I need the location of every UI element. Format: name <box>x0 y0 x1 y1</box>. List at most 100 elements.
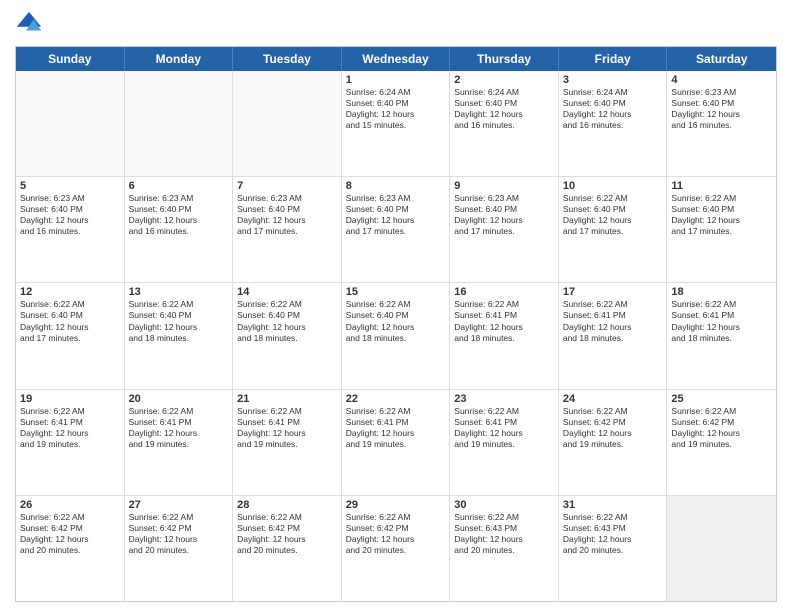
cell-info: Sunrise: 6:22 AM Sunset: 6:41 PM Dayligh… <box>454 299 554 343</box>
day-number: 1 <box>346 74 446 86</box>
calendar-cell: 26Sunrise: 6:22 AM Sunset: 6:42 PM Dayli… <box>16 496 125 601</box>
cell-info: Sunrise: 6:22 AM Sunset: 6:41 PM Dayligh… <box>129 406 229 450</box>
day-number: 21 <box>237 393 337 405</box>
day-number: 29 <box>346 499 446 511</box>
day-number: 7 <box>237 180 337 192</box>
calendar-cell: 11Sunrise: 6:22 AM Sunset: 6:40 PM Dayli… <box>667 177 776 282</box>
calendar-row-5: 26Sunrise: 6:22 AM Sunset: 6:42 PM Dayli… <box>16 496 776 601</box>
day-number: 24 <box>563 393 663 405</box>
calendar-cell <box>233 71 342 176</box>
calendar-cell: 18Sunrise: 6:22 AM Sunset: 6:41 PM Dayli… <box>667 283 776 388</box>
cell-info: Sunrise: 6:22 AM Sunset: 6:41 PM Dayligh… <box>563 299 663 343</box>
cell-info: Sunrise: 6:22 AM Sunset: 6:40 PM Dayligh… <box>346 299 446 343</box>
cell-info: Sunrise: 6:23 AM Sunset: 6:40 PM Dayligh… <box>346 193 446 237</box>
calendar-cell: 24Sunrise: 6:22 AM Sunset: 6:42 PM Dayli… <box>559 390 668 495</box>
calendar-cell: 2Sunrise: 6:24 AM Sunset: 6:40 PM Daylig… <box>450 71 559 176</box>
cell-info: Sunrise: 6:24 AM Sunset: 6:40 PM Dayligh… <box>563 87 663 131</box>
cell-info: Sunrise: 6:24 AM Sunset: 6:40 PM Dayligh… <box>454 87 554 131</box>
day-number: 2 <box>454 74 554 86</box>
header-day-saturday: Saturday <box>667 47 776 71</box>
cell-info: Sunrise: 6:23 AM Sunset: 6:40 PM Dayligh… <box>671 87 772 131</box>
cell-info: Sunrise: 6:23 AM Sunset: 6:40 PM Dayligh… <box>237 193 337 237</box>
cell-info: Sunrise: 6:22 AM Sunset: 6:40 PM Dayligh… <box>237 299 337 343</box>
day-number: 8 <box>346 180 446 192</box>
calendar-cell: 15Sunrise: 6:22 AM Sunset: 6:40 PM Dayli… <box>342 283 451 388</box>
calendar-cell: 14Sunrise: 6:22 AM Sunset: 6:40 PM Dayli… <box>233 283 342 388</box>
logo <box>15 10 47 38</box>
calendar-row-1: 1Sunrise: 6:24 AM Sunset: 6:40 PM Daylig… <box>16 71 776 177</box>
calendar-cell: 22Sunrise: 6:22 AM Sunset: 6:41 PM Dayli… <box>342 390 451 495</box>
day-number: 14 <box>237 286 337 298</box>
calendar-cell: 20Sunrise: 6:22 AM Sunset: 6:41 PM Dayli… <box>125 390 234 495</box>
calendar-cell <box>125 71 234 176</box>
header-day-sunday: Sunday <box>16 47 125 71</box>
calendar-cell: 28Sunrise: 6:22 AM Sunset: 6:42 PM Dayli… <box>233 496 342 601</box>
cell-info: Sunrise: 6:22 AM Sunset: 6:42 PM Dayligh… <box>563 406 663 450</box>
calendar-cell: 23Sunrise: 6:22 AM Sunset: 6:41 PM Dayli… <box>450 390 559 495</box>
day-number: 22 <box>346 393 446 405</box>
day-number: 13 <box>129 286 229 298</box>
day-number: 16 <box>454 286 554 298</box>
cell-info: Sunrise: 6:22 AM Sunset: 6:40 PM Dayligh… <box>671 193 772 237</box>
cell-info: Sunrise: 6:23 AM Sunset: 6:40 PM Dayligh… <box>20 193 120 237</box>
calendar-cell: 8Sunrise: 6:23 AM Sunset: 6:40 PM Daylig… <box>342 177 451 282</box>
calendar-body: 1Sunrise: 6:24 AM Sunset: 6:40 PM Daylig… <box>16 71 776 601</box>
cell-info: Sunrise: 6:24 AM Sunset: 6:40 PM Dayligh… <box>346 87 446 131</box>
calendar-row-4: 19Sunrise: 6:22 AM Sunset: 6:41 PM Dayli… <box>16 390 776 496</box>
calendar-cell: 13Sunrise: 6:22 AM Sunset: 6:40 PM Dayli… <box>125 283 234 388</box>
cell-info: Sunrise: 6:22 AM Sunset: 6:42 PM Dayligh… <box>129 512 229 556</box>
day-number: 4 <box>671 74 772 86</box>
header-day-thursday: Thursday <box>450 47 559 71</box>
day-number: 26 <box>20 499 120 511</box>
cell-info: Sunrise: 6:22 AM Sunset: 6:41 PM Dayligh… <box>237 406 337 450</box>
calendar-cell: 5Sunrise: 6:23 AM Sunset: 6:40 PM Daylig… <box>16 177 125 282</box>
calendar-cell: 27Sunrise: 6:22 AM Sunset: 6:42 PM Dayli… <box>125 496 234 601</box>
cell-info: Sunrise: 6:22 AM Sunset: 6:40 PM Dayligh… <box>20 299 120 343</box>
calendar: SundayMondayTuesdayWednesdayThursdayFrid… <box>15 46 777 602</box>
calendar-cell: 4Sunrise: 6:23 AM Sunset: 6:40 PM Daylig… <box>667 71 776 176</box>
day-number: 5 <box>20 180 120 192</box>
header <box>15 10 777 38</box>
day-number: 12 <box>20 286 120 298</box>
day-number: 30 <box>454 499 554 511</box>
day-number: 31 <box>563 499 663 511</box>
cell-info: Sunrise: 6:22 AM Sunset: 6:42 PM Dayligh… <box>237 512 337 556</box>
calendar-cell: 19Sunrise: 6:22 AM Sunset: 6:41 PM Dayli… <box>16 390 125 495</box>
day-number: 11 <box>671 180 772 192</box>
day-number: 28 <box>237 499 337 511</box>
calendar-cell: 25Sunrise: 6:22 AM Sunset: 6:42 PM Dayli… <box>667 390 776 495</box>
header-day-tuesday: Tuesday <box>233 47 342 71</box>
day-number: 10 <box>563 180 663 192</box>
cell-info: Sunrise: 6:22 AM Sunset: 6:41 PM Dayligh… <box>454 406 554 450</box>
calendar-cell: 6Sunrise: 6:23 AM Sunset: 6:40 PM Daylig… <box>125 177 234 282</box>
cell-info: Sunrise: 6:22 AM Sunset: 6:41 PM Dayligh… <box>20 406 120 450</box>
day-number: 6 <box>129 180 229 192</box>
day-number: 17 <box>563 286 663 298</box>
calendar-cell: 3Sunrise: 6:24 AM Sunset: 6:40 PM Daylig… <box>559 71 668 176</box>
cell-info: Sunrise: 6:23 AM Sunset: 6:40 PM Dayligh… <box>129 193 229 237</box>
day-number: 19 <box>20 393 120 405</box>
calendar-cell: 29Sunrise: 6:22 AM Sunset: 6:42 PM Dayli… <box>342 496 451 601</box>
cell-info: Sunrise: 6:22 AM Sunset: 6:42 PM Dayligh… <box>20 512 120 556</box>
cell-info: Sunrise: 6:23 AM Sunset: 6:40 PM Dayligh… <box>454 193 554 237</box>
calendar-cell: 17Sunrise: 6:22 AM Sunset: 6:41 PM Dayli… <box>559 283 668 388</box>
header-day-monday: Monday <box>125 47 234 71</box>
logo-icon <box>15 10 43 38</box>
day-number: 27 <box>129 499 229 511</box>
day-number: 15 <box>346 286 446 298</box>
calendar-cell: 9Sunrise: 6:23 AM Sunset: 6:40 PM Daylig… <box>450 177 559 282</box>
cell-info: Sunrise: 6:22 AM Sunset: 6:41 PM Dayligh… <box>671 299 772 343</box>
calendar-cell: 30Sunrise: 6:22 AM Sunset: 6:43 PM Dayli… <box>450 496 559 601</box>
cell-info: Sunrise: 6:22 AM Sunset: 6:42 PM Dayligh… <box>671 406 772 450</box>
page: SundayMondayTuesdayWednesdayThursdayFrid… <box>0 0 792 612</box>
calendar-cell: 7Sunrise: 6:23 AM Sunset: 6:40 PM Daylig… <box>233 177 342 282</box>
calendar-cell: 16Sunrise: 6:22 AM Sunset: 6:41 PM Dayli… <box>450 283 559 388</box>
day-number: 9 <box>454 180 554 192</box>
cell-info: Sunrise: 6:22 AM Sunset: 6:41 PM Dayligh… <box>346 406 446 450</box>
cell-info: Sunrise: 6:22 AM Sunset: 6:40 PM Dayligh… <box>129 299 229 343</box>
day-number: 23 <box>454 393 554 405</box>
cell-info: Sunrise: 6:22 AM Sunset: 6:42 PM Dayligh… <box>346 512 446 556</box>
day-number: 25 <box>671 393 772 405</box>
calendar-row-2: 5Sunrise: 6:23 AM Sunset: 6:40 PM Daylig… <box>16 177 776 283</box>
calendar-cell: 10Sunrise: 6:22 AM Sunset: 6:40 PM Dayli… <box>559 177 668 282</box>
